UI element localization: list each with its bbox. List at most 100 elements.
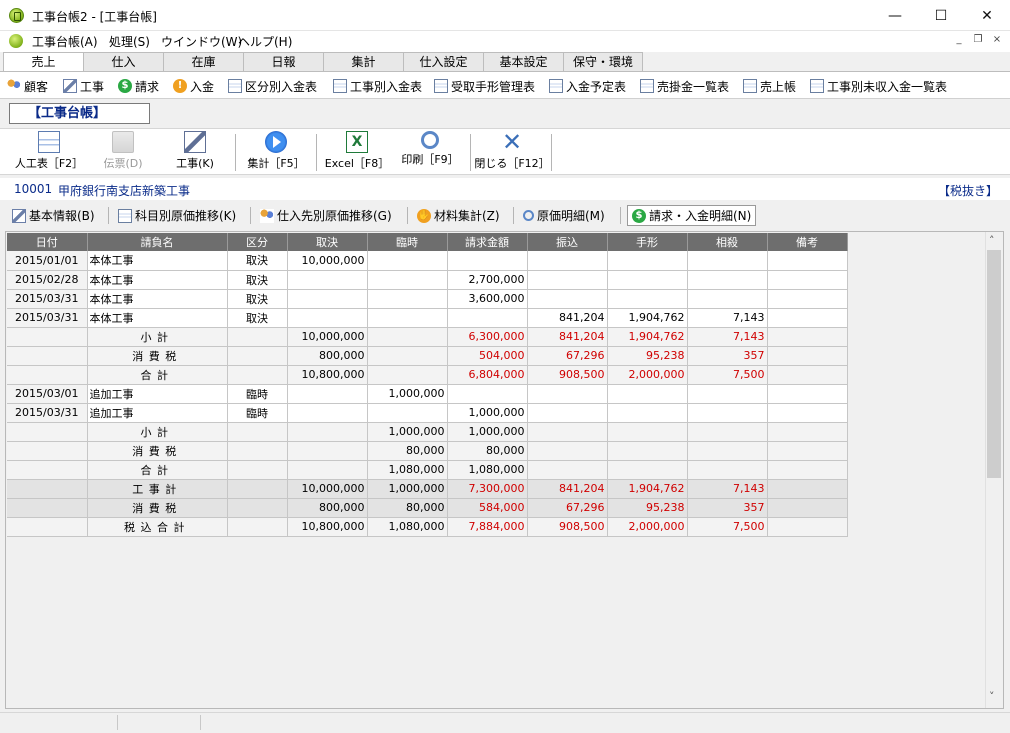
table-cell[interactable]: [607, 289, 688, 309]
table-cell[interactable]: 1,000,000: [447, 422, 528, 442]
table-cell[interactable]: 7,500: [687, 517, 768, 537]
table-cell[interactable]: [767, 365, 848, 385]
table-cell[interactable]: 取決: [227, 251, 288, 271]
table-cell[interactable]: 消費税: [87, 498, 228, 518]
table-cell[interactable]: [7, 346, 88, 366]
table-cell[interactable]: [767, 346, 848, 366]
table-cell[interactable]: 1,000,000: [367, 479, 448, 499]
table-cell[interactable]: 2,000,000: [607, 517, 688, 537]
table-cell[interactable]: [367, 346, 448, 366]
table-cell[interactable]: 消費税: [87, 441, 228, 461]
table-cell[interactable]: 2015/02/28: [7, 270, 88, 290]
table-cell[interactable]: 7,300,000: [447, 479, 528, 499]
table-cell[interactable]: [527, 384, 608, 404]
table-cell[interactable]: [687, 251, 768, 271]
table-cell[interactable]: [687, 384, 768, 404]
table-cell[interactable]: 7,884,000: [447, 517, 528, 537]
table-cell[interactable]: [227, 365, 288, 385]
table-cell[interactable]: 追加工事: [87, 403, 228, 423]
table-cell[interactable]: [367, 270, 448, 290]
table-cell[interactable]: [767, 498, 848, 518]
table-row[interactable]: 消費税 800,000 504,000 67,296 95,238 357: [7, 346, 848, 366]
scroll-down-arrow[interactable]: ˅: [989, 690, 995, 703]
table-row[interactable]: 合計 1,080,000 1,080,000: [7, 460, 848, 480]
view-kamoku-genka[interactable]: 科目別原価推移(K): [114, 205, 240, 226]
table-cell[interactable]: 10,000,000: [287, 327, 368, 347]
table-cell[interactable]: 10,000,000: [287, 479, 368, 499]
col-header[interactable]: 臨時: [367, 233, 448, 251]
table-cell[interactable]: 6,804,000: [447, 365, 528, 385]
table-cell[interactable]: [227, 517, 288, 537]
table-cell[interactable]: [687, 270, 768, 290]
col-header[interactable]: 手形: [607, 233, 688, 251]
close-form-button[interactable]: ✕ 閉じる［F12］: [474, 130, 550, 173]
mdi-minimize-button[interactable]: _: [951, 34, 967, 49]
table-cell[interactable]: [7, 460, 88, 480]
table-cell[interactable]: [287, 270, 368, 290]
table-row[interactable]: 消費税 80,000 80,000: [7, 441, 848, 461]
view-seikyu-nyukin-meisai[interactable]: $ 請求・入金明細(N): [627, 205, 757, 226]
col-header[interactable]: 請負名: [87, 233, 228, 251]
table-cell[interactable]: [767, 479, 848, 499]
table-cell[interactable]: 67,296: [527, 346, 608, 366]
table-cell[interactable]: [767, 384, 848, 404]
table-cell[interactable]: [527, 251, 608, 271]
table-cell[interactable]: [367, 289, 448, 309]
table-cell[interactable]: 841,204: [527, 479, 608, 499]
table-cell[interactable]: [287, 289, 368, 309]
table-cell[interactable]: 2015/03/01: [7, 384, 88, 404]
mdi-close-button[interactable]: ×: [989, 34, 1005, 49]
tab-shukei[interactable]: 集計: [323, 52, 404, 72]
table-cell[interactable]: [527, 441, 608, 461]
table-cell[interactable]: 臨時: [227, 403, 288, 423]
subtool-koji-nyukin[interactable]: 工事別入金表: [333, 78, 422, 94]
table-cell[interactable]: 10,800,000: [287, 365, 368, 385]
table-cell[interactable]: [367, 403, 448, 423]
tab-shiire[interactable]: 仕入: [83, 52, 164, 72]
print-button[interactable]: 印刷［F9］: [394, 131, 466, 173]
table-cell[interactable]: 841,204: [527, 308, 608, 328]
table-cell[interactable]: 841,204: [527, 327, 608, 347]
table-cell[interactable]: [607, 441, 688, 461]
table-cell[interactable]: 2,000,000: [607, 365, 688, 385]
table-cell[interactable]: [607, 270, 688, 290]
table-cell[interactable]: [287, 403, 368, 423]
subtool-kokyaku[interactable]: 顧客: [7, 78, 48, 94]
col-header[interactable]: 振込: [527, 233, 608, 251]
table-row[interactable]: 小計 10,000,000 6,300,000 841,204 1,904,762 7,1…: [7, 327, 848, 347]
table-cell[interactable]: [227, 441, 288, 461]
table-cell[interactable]: 504,000: [447, 346, 528, 366]
table-cell[interactable]: 2015/03/31: [7, 308, 88, 328]
col-header[interactable]: 相殺: [687, 233, 768, 251]
table-cell[interactable]: [447, 251, 528, 271]
subtool-mishu-nyukin[interactable]: 工事別未収入金一覧表: [810, 78, 947, 94]
table-cell[interactable]: [7, 517, 88, 537]
subtool-uriagecho[interactable]: 売上帳: [743, 78, 796, 94]
table-cell[interactable]: 合計: [87, 365, 228, 385]
table-cell[interactable]: 2015/03/31: [7, 289, 88, 309]
table-cell[interactable]: 本体工事: [87, 289, 228, 309]
menu-window[interactable]: ウインドウ(W): [161, 33, 242, 50]
table-row[interactable]: 合計 10,800,000 6,804,000 908,500 2,000,000 7,5…: [7, 365, 848, 385]
table-cell[interactable]: [227, 498, 288, 518]
table-cell[interactable]: 584,000: [447, 498, 528, 518]
maximize-button[interactable]: ☐: [918, 0, 964, 31]
table-cell[interactable]: 本体工事: [87, 270, 228, 290]
table-cell[interactable]: [287, 422, 368, 442]
table-cell[interactable]: 908,500: [527, 517, 608, 537]
table-cell[interactable]: 取決: [227, 308, 288, 328]
table-cell[interactable]: [227, 422, 288, 442]
table-cell[interactable]: [767, 251, 848, 271]
col-header[interactable]: 区分: [227, 233, 288, 251]
table-cell[interactable]: [767, 289, 848, 309]
table-cell[interactable]: [287, 441, 368, 461]
table-cell[interactable]: [367, 251, 448, 271]
table-cell[interactable]: 908,500: [527, 365, 608, 385]
table-cell[interactable]: [7, 441, 88, 461]
table-cell[interactable]: 1,904,762: [607, 327, 688, 347]
table-cell[interactable]: [607, 384, 688, 404]
table-cell[interactable]: 取決: [227, 270, 288, 290]
subtool-urikakekin[interactable]: 売掛金一覧表: [640, 78, 729, 94]
col-header[interactable]: 日付: [7, 233, 88, 251]
subtool-seikyu[interactable]: $ 請求: [118, 78, 159, 94]
